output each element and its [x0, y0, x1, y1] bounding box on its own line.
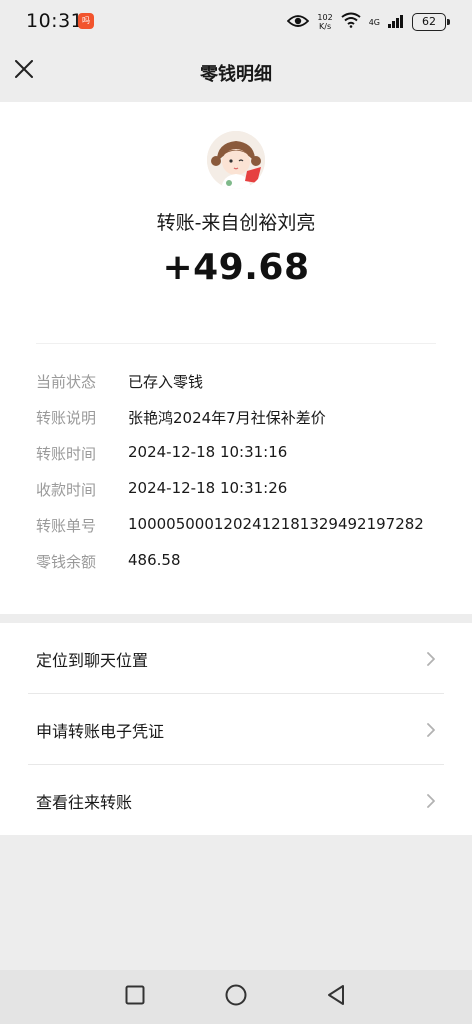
- detail-label: 零钱余额: [36, 553, 97, 571]
- recents-button[interactable]: [122, 984, 148, 1010]
- network-speed-value: 102: [317, 13, 333, 22]
- chevron-right-icon: [426, 722, 436, 737]
- home-button[interactable]: [223, 984, 249, 1010]
- chevron-right-icon: [426, 651, 436, 666]
- back-button[interactable]: [323, 984, 349, 1010]
- status-time: 10:31: [26, 10, 84, 32]
- transfer-amount: +49.68: [162, 247, 310, 288]
- notification-app-icon: 吗: [78, 13, 94, 29]
- transaction-card: 转账-来自创裕刘亮 +49.68 当前状态 已存入零钱 转账说明 张艳鸿2024…: [0, 102, 472, 614]
- eye-icon: [287, 13, 310, 32]
- request-e-voucher-button[interactable]: 申请转账电子凭证: [0, 694, 472, 764]
- battery-indicator: 62: [412, 13, 450, 31]
- detail-value[interactable]: 1000050001202412181329492197282: [128, 515, 424, 533]
- detail-value: 张艳鸿2024年7月社保补差价: [128, 409, 326, 427]
- detail-value: 2024-12-18 10:31:16: [128, 443, 288, 461]
- network-speed-unit: K/s: [319, 22, 332, 31]
- status-icons: 102 K/s 4G 62: [287, 11, 450, 33]
- action-label: 定位到聊天位置: [36, 651, 149, 670]
- sender-avatar[interactable]: [207, 131, 265, 189]
- detail-value: 已存入零钱: [128, 373, 204, 391]
- view-transfer-history-button[interactable]: 查看往来转账: [0, 765, 472, 835]
- triangle-back-icon: [326, 984, 346, 1010]
- locate-chat-button[interactable]: 定位到聊天位置: [0, 623, 472, 693]
- detail-label: 转账时间: [36, 445, 97, 463]
- signal-icon: [388, 13, 404, 32]
- actions-card: 定位到聊天位置 申请转账电子凭证 查看往来转账: [0, 623, 472, 835]
- wifi-icon: [341, 12, 361, 32]
- system-navigation-bar: [0, 970, 472, 1024]
- action-label: 查看往来转账: [36, 793, 133, 812]
- square-icon: [125, 985, 145, 1009]
- detail-value: 486.58: [128, 551, 181, 569]
- detail-label: 转账说明: [36, 409, 97, 427]
- circle-icon: [225, 984, 247, 1010]
- page-title: 零钱明细: [200, 64, 272, 85]
- chevron-right-icon: [426, 793, 436, 808]
- detail-value: 2024-12-18 10:31:26: [128, 479, 288, 497]
- network-speed: 102 K/s: [317, 13, 332, 31]
- detail-label: 收款时间: [36, 481, 97, 499]
- detail-label: 转账单号: [36, 517, 97, 535]
- status-bar: 10:31 吗 102 K/s 4G 62: [0, 0, 472, 44]
- transfer-title: 转账-来自创裕刘亮: [156, 212, 316, 234]
- divider: [36, 343, 436, 344]
- network-type: 4G: [368, 17, 380, 27]
- nav-bar: 零钱明细: [0, 44, 472, 102]
- detail-label: 当前状态: [36, 373, 97, 391]
- action-label: 申请转账电子凭证: [36, 722, 165, 741]
